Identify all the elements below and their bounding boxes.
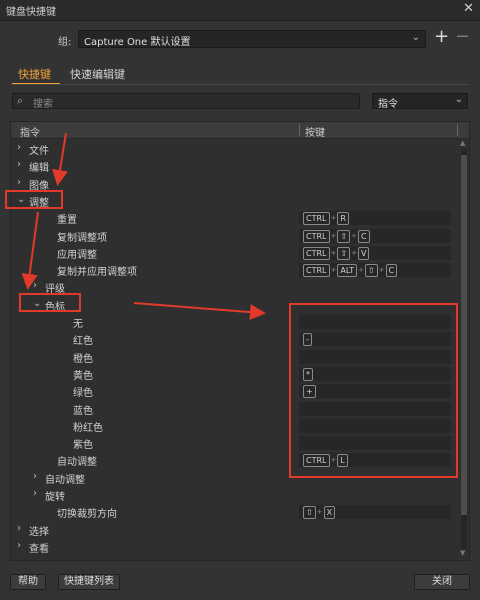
annotation-arrow [133,302,266,321]
annotation-arrow [21,211,39,290]
annotation-arrows [21,132,266,321]
annotation-arrow [52,132,68,186]
